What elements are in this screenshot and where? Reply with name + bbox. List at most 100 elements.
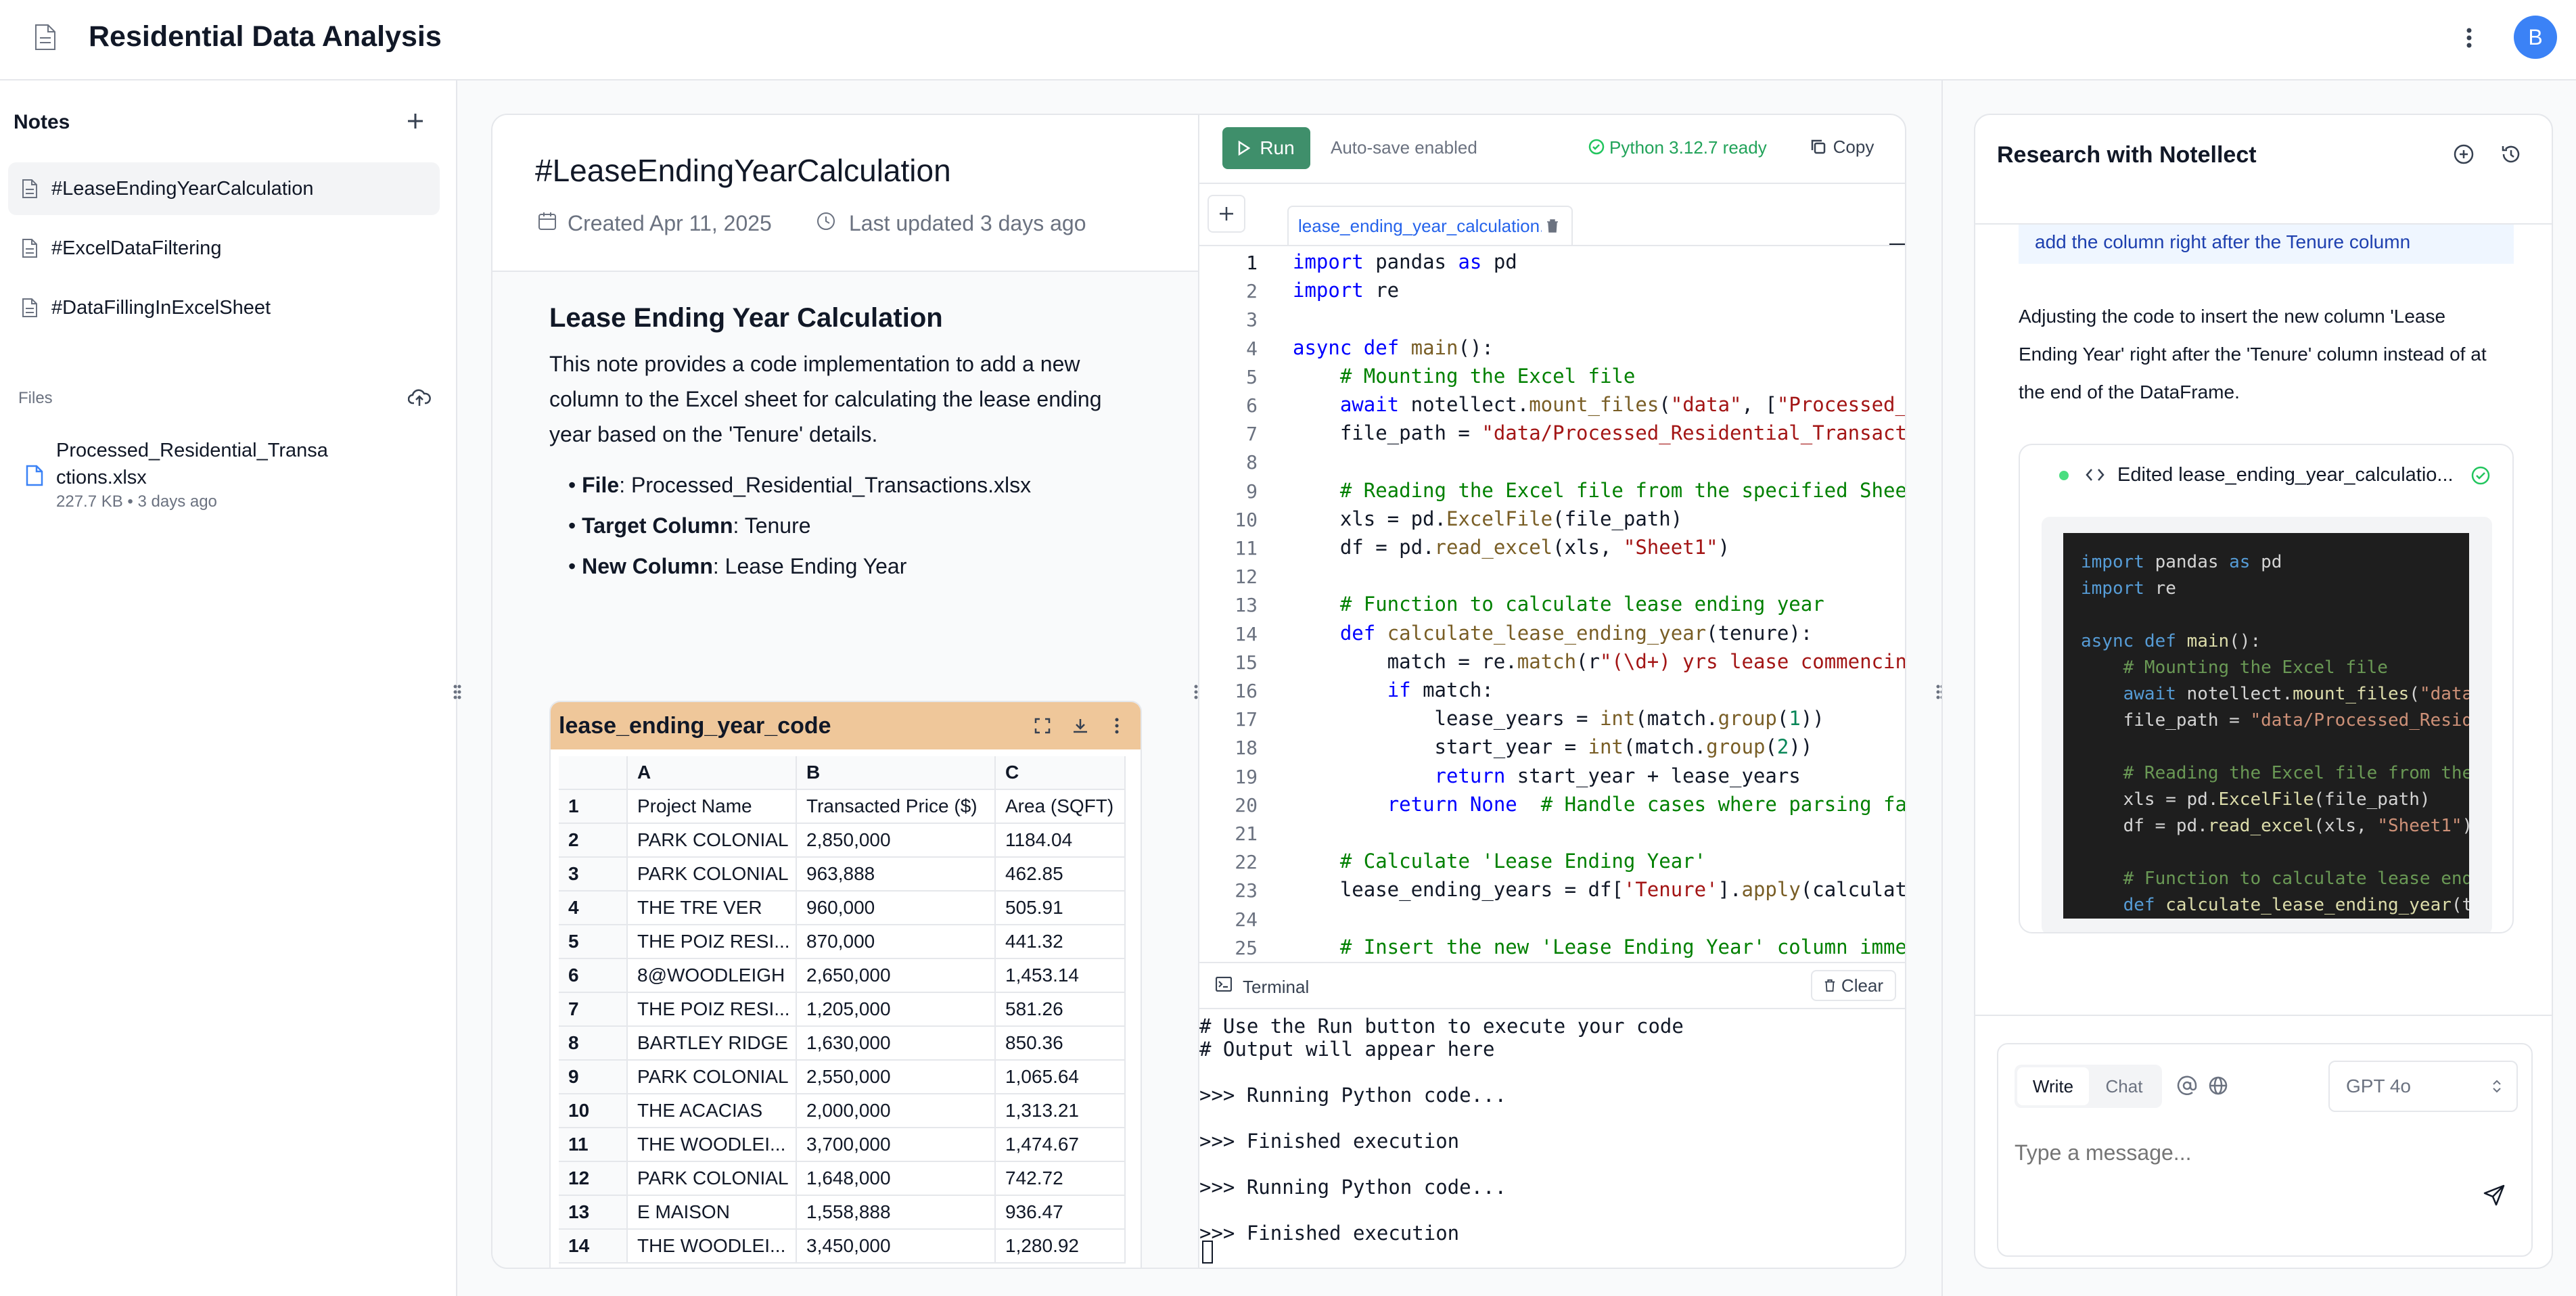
table-cell[interactable]: 2,550,000: [797, 1061, 996, 1094]
code-line[interactable]: async def main():: [1293, 336, 1494, 359]
run-button[interactable]: Run: [1222, 127, 1310, 169]
user-avatar[interactable]: B: [2514, 16, 2557, 59]
send-button[interactable]: [2479, 1180, 2510, 1211]
note-title[interactable]: #LeaseEndingYearCalculation: [535, 152, 951, 189]
column-header[interactable]: B: [797, 756, 996, 790]
table-cell[interactable]: 441.32: [996, 925, 1126, 959]
note-item-lease-ending[interactable]: #LeaseEndingYearCalculation: [8, 162, 440, 215]
file-tab[interactable]: lease_ending_year_calculation.p: [1287, 206, 1573, 245]
more-options-button[interactable]: [2456, 22, 2483, 54]
code-line[interactable]: start_year = int(match.group(2)): [1293, 735, 1813, 758]
message-input[interactable]: [2015, 1132, 2461, 1173]
expand-button[interactable]: [1031, 714, 1054, 737]
mention-button[interactable]: [2176, 1074, 2199, 1097]
row-number[interactable]: 14: [559, 1230, 628, 1264]
row-number[interactable]: 4: [559, 892, 628, 925]
table-cell[interactable]: THE WOODLEI...: [628, 1230, 797, 1264]
table-cell[interactable]: PARK COLONIAL: [628, 858, 797, 892]
terminal-output[interactable]: # Use the Run button to execute your cod…: [1199, 1015, 1903, 1245]
table-cell[interactable]: E MAISON: [628, 1196, 797, 1230]
row-number[interactable]: 6: [559, 959, 628, 993]
code-line[interactable]: import pandas as pd: [1293, 250, 1517, 273]
table-cell[interactable]: 1,558,888: [797, 1196, 996, 1230]
download-button[interactable]: [1069, 714, 1092, 737]
code-line[interactable]: import re: [1293, 279, 1399, 302]
table-cell[interactable]: 2,850,000: [797, 824, 996, 858]
code-line[interactable]: lease_years = int(match.group(1)): [1293, 707, 1824, 730]
mode-chat-button[interactable]: Chat: [2089, 1067, 2159, 1105]
model-select[interactable]: GPT 4o: [2328, 1061, 2518, 1112]
table-cell[interactable]: 1184.04: [996, 824, 1126, 858]
copy-button[interactable]: Copy: [1801, 130, 1883, 164]
table-cell[interactable]: BARTLEY RIDGE: [628, 1027, 797, 1061]
table-cell[interactable]: 1,280.92: [996, 1230, 1126, 1264]
table-cell[interactable]: Transacted Price ($): [797, 790, 996, 824]
code-line[interactable]: return start_year + lease_years: [1293, 764, 1801, 787]
table-cell[interactable]: THE TRE VER: [628, 892, 797, 925]
table-cell[interactable]: 1,453.14: [996, 959, 1126, 993]
table-cell[interactable]: 2,000,000: [797, 1094, 996, 1128]
table-cell[interactable]: 1,313.21: [996, 1094, 1126, 1128]
trash-icon[interactable]: [1546, 218, 1559, 233]
code-line[interactable]: # Function to calculate lease ending yea…: [1293, 593, 1824, 616]
table-cell[interactable]: 936.47: [996, 1196, 1126, 1230]
code-line[interactable]: def calculate_lease_ending_year(tenure):: [1293, 622, 1812, 645]
row-number[interactable]: 10: [559, 1094, 628, 1128]
code-line[interactable]: match = re.match(r"(\d+) yrs lease comme…: [1293, 650, 1905, 673]
add-note-button[interactable]: [402, 108, 429, 135]
table-cell[interactable]: 1,648,000: [797, 1162, 996, 1196]
table-cell[interactable]: 2,650,000: [797, 959, 996, 993]
sheet-more-button[interactable]: [1105, 714, 1128, 737]
table-cell[interactable]: 850.36: [996, 1027, 1126, 1061]
row-number[interactable]: 7: [559, 993, 628, 1027]
row-number[interactable]: 11: [559, 1128, 628, 1162]
table-cell[interactable]: PARK COLONIAL: [628, 1061, 797, 1094]
row-number[interactable]: 8: [559, 1027, 628, 1061]
code-line[interactable]: xls = pd.ExcelFile(file_path): [1293, 507, 1682, 530]
code-line[interactable]: # Insert the new 'Lease Ending Year' col…: [1293, 935, 1905, 958]
edit-card[interactable]: Edited lease_ending_year_calculatio... i…: [2019, 444, 2514, 933]
code-line[interactable]: # Calculate 'Lease Ending Year': [1293, 850, 1706, 873]
table-cell[interactable]: THE WOODLEI...: [628, 1128, 797, 1162]
table-cell[interactable]: Project Name: [628, 790, 797, 824]
table-cell[interactable]: 742.72: [996, 1162, 1126, 1196]
row-number[interactable]: 9: [559, 1061, 628, 1094]
table-cell[interactable]: 963,888: [797, 858, 996, 892]
table-cell[interactable]: 960,000: [797, 892, 996, 925]
column-header[interactable]: C: [996, 756, 1126, 790]
row-number[interactable]: 3: [559, 858, 628, 892]
code-line[interactable]: # Reading the Excel file from the specif…: [1293, 479, 1905, 502]
code-line[interactable]: df = pd.read_excel(xls, "Sheet1"): [1293, 536, 1730, 559]
code-line[interactable]: if match:: [1293, 678, 1494, 701]
table-cell[interactable]: 1,065.64: [996, 1061, 1126, 1094]
note-item-excel-filtering[interactable]: #ExcelDataFiltering: [8, 222, 440, 275]
note-item-data-filling[interactable]: #DataFillingInExcelSheet: [8, 281, 440, 334]
row-number[interactable]: 5: [559, 925, 628, 959]
table-cell[interactable]: 8@WOODLEIGH: [628, 959, 797, 993]
row-number[interactable]: 13: [559, 1196, 628, 1230]
table-cell[interactable]: 1,205,000: [797, 993, 996, 1027]
table-cell[interactable]: PARK COLONIAL: [628, 1162, 797, 1196]
table-cell[interactable]: 1,630,000: [797, 1027, 996, 1061]
table-cell[interactable]: 581.26: [996, 993, 1126, 1027]
table-cell[interactable]: PARK COLONIAL: [628, 824, 797, 858]
column-header[interactable]: [559, 756, 628, 790]
table-cell[interactable]: 3,700,000: [797, 1128, 996, 1162]
code-line[interactable]: file_path = "data/Processed_Residential_…: [1293, 421, 1905, 444]
new-tab-button[interactable]: [1208, 195, 1245, 233]
column-header[interactable]: A: [628, 756, 797, 790]
code-line[interactable]: lease_ending_years = df['Tenure'].apply(…: [1293, 878, 1905, 901]
code-area[interactable]: 1 import pandas as pd 2 import re 3 4 async de…: [1199, 246, 1905, 1078]
file-item[interactable]: Processed_Residential_Transa ctions.xlsx…: [56, 437, 435, 511]
code-line[interactable]: return None # Handle cases where parsing…: [1293, 793, 1905, 816]
table-cell[interactable]: 505.91: [996, 892, 1126, 925]
table-cell[interactable]: THE POIZ RESI...: [628, 993, 797, 1027]
upload-file-button[interactable]: [407, 385, 432, 409]
web-search-button[interactable]: [2207, 1074, 2230, 1097]
clear-terminal-button[interactable]: Clear: [1811, 970, 1896, 1001]
new-chat-button[interactable]: [2449, 139, 2479, 169]
table-cell[interactable]: 1,474.67: [996, 1128, 1126, 1162]
table-cell[interactable]: THE POIZ RESI...: [628, 925, 797, 959]
row-number[interactable]: 12: [559, 1162, 628, 1196]
code-line[interactable]: await notellect.mount_files("data", ["Pr…: [1293, 393, 1905, 416]
